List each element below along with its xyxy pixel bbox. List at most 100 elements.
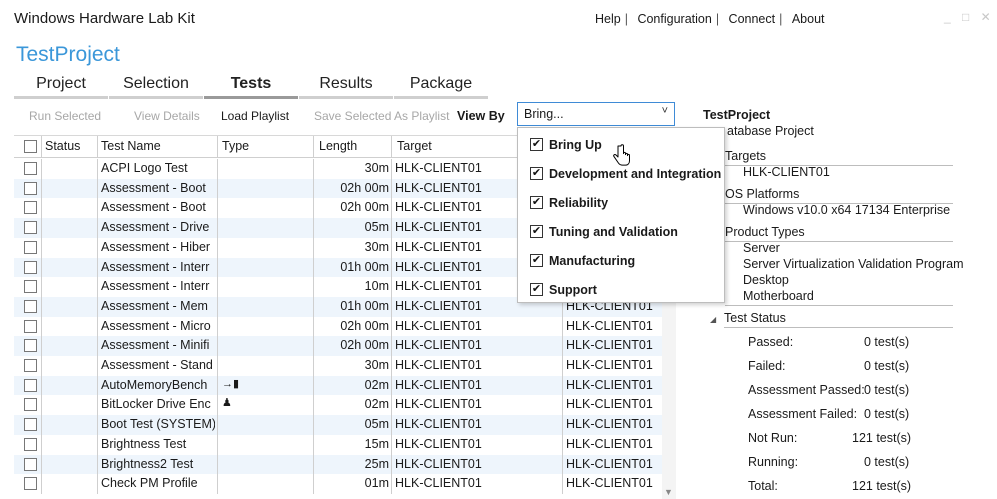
test-name-cell: Assessment - Mem: [101, 298, 208, 313]
column-divider: [391, 218, 392, 239]
row-checkbox[interactable]: [24, 378, 37, 392]
target-machine-cell: HLK-CLIENT01: [566, 318, 653, 333]
test-type-icon: ♟: [222, 397, 232, 410]
length-cell: 05m: [364, 417, 389, 432]
table-row[interactable]: Brightness2 Test 25m HLK-CLIENT01 HLK-CLIEN…: [14, 454, 662, 475]
check-icon[interactable]: ✔: [530, 196, 543, 209]
check-icon[interactable]: ✔: [530, 138, 543, 151]
configuration-link[interactable]: Configuration: [637, 12, 711, 26]
target-machine-cell: HLK-CLIENT01: [566, 377, 653, 392]
column-divider[interactable]: [97, 136, 98, 158]
column-divider: [391, 257, 392, 278]
column-divider: [391, 178, 392, 199]
column-divider[interactable]: [41, 136, 42, 158]
length-cell: 02h 00m: [340, 338, 389, 353]
column-header-target[interactable]: Target: [397, 139, 432, 153]
check-icon[interactable]: ✔: [530, 167, 543, 180]
check-icon[interactable]: ✔: [530, 254, 543, 267]
tab-selection[interactable]: Selection: [109, 73, 203, 99]
column-divider: [217, 375, 218, 396]
length-cell: 30m: [364, 358, 389, 372]
check-icon[interactable]: ✔: [530, 225, 543, 238]
check-icon[interactable]: ✔: [530, 283, 543, 296]
column-divider: [217, 178, 218, 199]
status-total-label: Total:: [748, 479, 778, 493]
run-selected-button[interactable]: Run Selected: [29, 109, 101, 123]
save-selected-as-playlist-button[interactable]: Save Selected As Playlist: [314, 109, 449, 123]
row-checkbox[interactable]: [24, 418, 37, 432]
section-divider: [724, 327, 953, 328]
column-divider: [217, 237, 218, 258]
table-row[interactable]: AutoMemoryBench →▮ 02m HLK-CLIENT01 HLK-CLIE…: [14, 375, 662, 396]
column-header-length[interactable]: Length: [319, 139, 357, 153]
menu-item-reliability[interactable]: ✔ Reliability: [518, 187, 724, 216]
column-divider: [391, 415, 392, 436]
about-link[interactable]: About: [792, 12, 825, 26]
table-row[interactable]: Assessment - Minifi 02h 00m HLK-CLIENT01 HL…: [14, 336, 662, 357]
row-checkbox[interactable]: [24, 398, 37, 412]
tab-package[interactable]: Package: [394, 73, 488, 99]
scroll-down-icon[interactable]: ▼: [664, 487, 673, 497]
row-checkbox[interactable]: [24, 221, 37, 235]
view-by-dropdown[interactable]: Bring... ˅: [517, 102, 675, 126]
table-row[interactable]: Assessment - Micro 02h 00m HLK-CLIENT01 HLK…: [14, 316, 662, 337]
row-checkbox[interactable]: [24, 181, 37, 195]
tab-project[interactable]: Project: [14, 73, 108, 99]
table-row[interactable]: Check PM Profile 01m HLK-CLIENT01 HLK-CLIEN…: [14, 474, 662, 495]
tab-tests[interactable]: Tests: [204, 73, 298, 99]
column-divider[interactable]: [391, 136, 392, 158]
table-row[interactable]: Brightness Test 15m HLK-CLIENT01 HLK-CLIENT…: [14, 434, 662, 455]
table-row[interactable]: Boot Test (SYSTEM) 05m HLK-CLIENT01 HLK-CLI…: [14, 415, 662, 436]
menu-item-tuning-and-validation[interactable]: ✔ Tuning and Validation: [518, 216, 724, 245]
target-cell: HLK-CLIENT01: [395, 476, 482, 491]
row-checkbox[interactable]: [24, 299, 37, 313]
column-header-type[interactable]: Type: [222, 139, 249, 153]
row-checkbox[interactable]: [24, 280, 37, 294]
test-name-cell: Assessment - Boot: [101, 180, 206, 195]
status-failed-label: Failed:: [748, 359, 786, 373]
view-details-button[interactable]: View Details: [134, 109, 200, 123]
column-divider: [97, 277, 98, 298]
tab-results[interactable]: Results: [299, 73, 393, 99]
target-cell: HLK-CLIENT01: [395, 417, 482, 432]
length-cell: 02m: [364, 397, 389, 412]
column-divider[interactable]: [313, 136, 314, 158]
row-checkbox[interactable]: [24, 201, 37, 215]
row-checkbox[interactable]: [24, 457, 37, 471]
column-divider: [41, 474, 42, 495]
column-divider: [97, 316, 98, 337]
table-row[interactable]: BitLocker Drive Enc ♟ 02m HLK-CLIENT01 HLK-C…: [14, 395, 662, 416]
section-divider: [725, 305, 953, 306]
product-type: Motherboard: [743, 289, 814, 303]
row-checkbox[interactable]: [24, 359, 37, 372]
menu-item-support[interactable]: ✔ Support: [518, 274, 724, 303]
help-link[interactable]: Help: [595, 12, 621, 26]
row-checkbox[interactable]: [24, 162, 37, 175]
select-all-checkbox[interactable]: [24, 140, 37, 153]
target-cell: HLK-CLIENT01: [395, 358, 482, 372]
row-checkbox[interactable]: [24, 437, 37, 451]
target-machine-cell: HLK-CLIENT01: [566, 338, 653, 353]
row-checkbox[interactable]: [24, 477, 37, 491]
window-controls[interactable]: _ □ ✕: [944, 10, 995, 24]
details-title: TestProject: [703, 108, 771, 122]
row-checkbox[interactable]: [24, 260, 37, 274]
column-divider: [562, 336, 563, 357]
row-checkbox[interactable]: [24, 319, 37, 333]
load-playlist-button[interactable]: Load Playlist: [221, 109, 289, 123]
row-checkbox[interactable]: [24, 339, 37, 353]
row-checkbox[interactable]: [24, 240, 37, 254]
link-separator: |: [624, 12, 628, 26]
connect-link[interactable]: Connect: [729, 12, 776, 26]
column-header-test-name[interactable]: Test Name: [101, 139, 161, 153]
column-header-status[interactable]: Status: [45, 139, 80, 153]
column-divider[interactable]: [217, 136, 218, 158]
collapse-triangle-icon[interactable]: ◢: [710, 315, 716, 324]
target-cell: HLK-CLIENT01: [395, 377, 482, 392]
menu-item-label: Tuning and Validation: [549, 225, 678, 239]
column-divider: [217, 296, 218, 317]
product-type: Desktop: [743, 273, 789, 287]
column-divider: [217, 434, 218, 455]
menu-item-manufacturing[interactable]: ✔ Manufacturing: [518, 245, 724, 274]
table-row[interactable]: Assessment - Stand 30m HLK-CLIENT01 HLK-CLI…: [14, 356, 662, 376]
